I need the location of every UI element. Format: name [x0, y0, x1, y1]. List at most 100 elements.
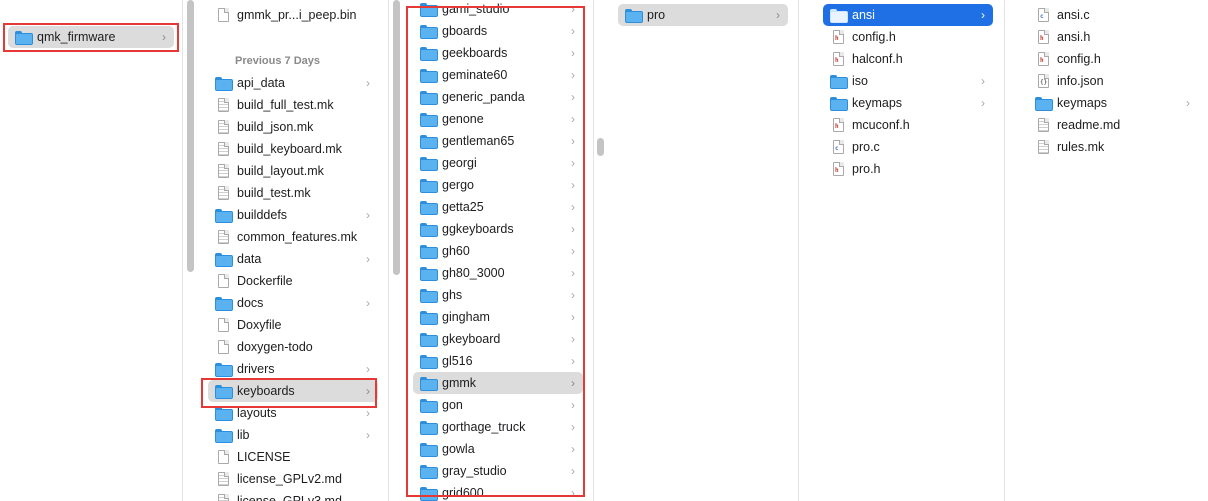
folder-item-geekboards[interactable]: geekboards › [413, 42, 583, 64]
file-item-pro-h[interactable]: h pro.h [823, 158, 993, 180]
file-item-build-test-mk[interactable]: build_test.mk [208, 182, 378, 204]
file-item-license-gplv3-md[interactable]: license_GPLv3.md [208, 490, 378, 501]
chevron-right-icon: › [366, 384, 370, 398]
header-file-icon: h [833, 118, 844, 132]
file-item-build-layout-mk[interactable]: build_layout.mk [208, 160, 378, 182]
folder-item-pro[interactable]: pro › [618, 4, 788, 26]
folder-item-gh80-3000[interactable]: gh80_3000 › [413, 262, 583, 284]
file-item-dockerfile[interactable]: Dockerfile [208, 270, 378, 292]
folder-item-gami-studio[interactable]: gami_studio › [413, 0, 583, 20]
folder-item-builddefs[interactable]: builddefs › [208, 204, 378, 226]
scrollbar-column-3[interactable] [393, 0, 400, 275]
folder-item-getta25[interactable]: getta25 › [413, 196, 583, 218]
item-label: pro.c [852, 140, 880, 154]
folder-item-gh60[interactable]: gh60 › [413, 240, 583, 262]
file-item-build-full-test-mk[interactable]: build_full_test.mk [208, 94, 378, 116]
item-label: Doxyfile [237, 318, 282, 332]
folder-icon [420, 377, 438, 391]
folder-icon [215, 253, 233, 267]
file-item-build-keyboard-mk[interactable]: build_keyboard.mk [208, 138, 378, 160]
folder-item-geminate60[interactable]: geminate60 › [413, 64, 583, 86]
chevron-right-icon: › [571, 244, 575, 258]
folder-item-ggkeyboards[interactable]: ggkeyboards › [413, 218, 583, 240]
folder-item-grid600[interactable]: grid600 › [413, 482, 583, 501]
chevron-right-icon: › [571, 222, 575, 236]
folder-item-iso[interactable]: iso › [823, 70, 993, 92]
c-source-file-icon: c [833, 140, 844, 154]
file-item-doxygen-todo[interactable]: doxygen-todo [208, 336, 378, 358]
file-item-gmmk-pr-i-peep-bin[interactable]: gmmk_pr...i_peep.bin [208, 4, 378, 26]
folder-icon [420, 91, 438, 105]
folder-item-keymaps[interactable]: keymaps › [823, 92, 993, 114]
folder-item-genone[interactable]: genone › [413, 108, 583, 130]
document-icon [218, 340, 229, 354]
file-item-pro-c[interactable]: c pro.c [823, 136, 993, 158]
file-item-ansi-c[interactable]: c ansi.c [1028, 4, 1198, 26]
folder-item-gergo[interactable]: gergo › [413, 174, 583, 196]
chevron-right-icon: › [571, 354, 575, 368]
file-item-mcuconf-h[interactable]: h mcuconf.h [823, 114, 993, 136]
folder-item-qmk-firmware[interactable]: qmk_firmware › [8, 26, 174, 48]
item-label: build_test.mk [237, 186, 311, 200]
folder-item-gl516[interactable]: gl516 › [413, 350, 583, 372]
file-type-tag: {} [1040, 79, 1048, 86]
folder-item-gkeyboard[interactable]: gkeyboard › [413, 328, 583, 350]
document-icon [218, 274, 229, 288]
folder-icon [420, 113, 438, 127]
folder-item-api-data[interactable]: api_data › [208, 72, 378, 94]
file-item-license[interactable]: LICENSE [208, 446, 378, 468]
item-label: gergo [442, 178, 474, 192]
folder-item-ghs[interactable]: ghs › [413, 284, 583, 306]
folder-item-ansi[interactable]: ansi › [823, 4, 993, 26]
item-label: mcuconf.h [852, 118, 910, 132]
markdown-file-icon [1038, 118, 1049, 132]
scrollbar-column-2[interactable] [187, 0, 194, 272]
folder-item-gowla[interactable]: gowla › [413, 438, 583, 460]
folder-item-gray-studio[interactable]: gray_studio › [413, 460, 583, 482]
file-item-info-json[interactable]: {} info.json [1028, 70, 1198, 92]
folder-item-gboards[interactable]: gboards › [413, 20, 583, 42]
file-item-halconf-h[interactable]: h halconf.h [823, 48, 993, 70]
folder-item-keymaps[interactable]: keymaps › [1028, 92, 1198, 114]
chevron-right-icon: › [981, 74, 985, 88]
file-item-common-features-mk[interactable]: common_features.mk [208, 226, 378, 248]
folder-item-gmmk[interactable]: gmmk › [413, 372, 583, 394]
file-item-rules-mk[interactable]: rules.mk [1028, 136, 1198, 158]
chevron-right-icon: › [366, 252, 370, 266]
file-item-readme-md[interactable]: readme.md [1028, 114, 1198, 136]
folder-item-data[interactable]: data › [208, 248, 378, 270]
folder-item-gingham[interactable]: gingham › [413, 306, 583, 328]
file-item-doxyfile[interactable]: Doxyfile [208, 314, 378, 336]
file-item-build-json-mk[interactable]: build_json.mk [208, 116, 378, 138]
file-item-config-h[interactable]: h config.h [1028, 48, 1198, 70]
file-item-ansi-h[interactable]: h ansi.h [1028, 26, 1198, 48]
folder-item-georgi[interactable]: georgi › [413, 152, 583, 174]
header-file-icon: h [1038, 52, 1049, 66]
folder-item-docs[interactable]: docs › [208, 292, 378, 314]
item-label: iso [852, 74, 868, 88]
item-label: gingham [442, 310, 490, 324]
folder-item-gon[interactable]: gon › [413, 394, 583, 416]
folder-icon [420, 443, 438, 457]
folder-icon [420, 487, 438, 501]
item-label: license_GPLv3.md [237, 494, 342, 501]
item-label: gorthage_truck [442, 420, 526, 434]
folder-item-keyboards[interactable]: keyboards › [208, 380, 378, 402]
header-file-icon: h [833, 162, 844, 176]
file-item-config-h[interactable]: h config.h [823, 26, 993, 48]
folder-item-gorthage-truck[interactable]: gorthage_truck › [413, 416, 583, 438]
folder-item-drivers[interactable]: drivers › [208, 358, 378, 380]
folder-item-layouts[interactable]: layouts › [208, 402, 378, 424]
file-item-license-gplv2-md[interactable]: license_GPLv2.md [208, 468, 378, 490]
item-label: gon [442, 398, 463, 412]
scrollbar-column-4[interactable] [597, 138, 604, 156]
folder-item-lib[interactable]: lib › [208, 424, 378, 446]
finder-column-browser: Previous 7 Days qmk_firmware › gmmk_pr...i… [0, 0, 1208, 501]
document-icon [218, 8, 229, 22]
item-label: keymaps [1057, 96, 1108, 110]
item-label: drivers [237, 362, 275, 376]
folder-item-gentleman65[interactable]: gentleman65 › [413, 130, 583, 152]
header-file-icon: h [833, 30, 844, 44]
folder-item-generic-panda[interactable]: generic_panda › [413, 86, 583, 108]
chevron-right-icon: › [571, 178, 575, 192]
